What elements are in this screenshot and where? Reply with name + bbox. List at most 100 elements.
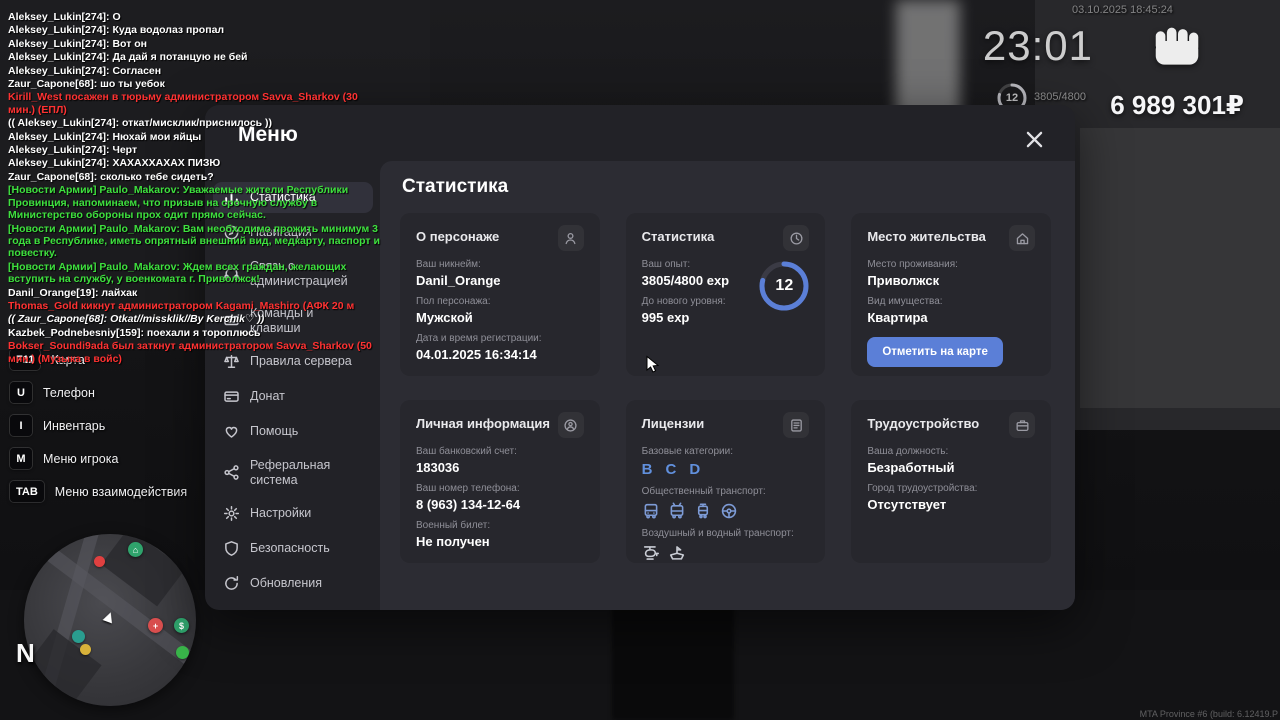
keybind-row: TAB Меню взаимодействия (10, 481, 187, 502)
sidebar-item-referral[interactable]: Реферальная система (213, 451, 373, 494)
minimap-marker-pin (94, 556, 105, 567)
game-screen: Aleksey_Lukin[274]: O Aleksey_Lukin[274]:… (0, 0, 1280, 720)
update-icon (223, 575, 240, 592)
card-icon (223, 388, 240, 405)
briefcase-icon (1009, 412, 1035, 438)
bus-icon (642, 502, 660, 520)
share-icon (223, 464, 240, 481)
chat: Aleksey_Lukin[274]: O Aleksey_Lukin[274]:… (8, 11, 382, 366)
sidebar-item-security[interactable]: Безопасность (213, 533, 373, 564)
field-value: Не получен (416, 534, 584, 549)
gear-icon (223, 505, 240, 522)
field-label: Ваш никнейм: (416, 259, 584, 270)
chat-message: Zaur_Capone[68]: шо ты уебок (8, 78, 382, 90)
field-value: 8 (963) 134-12-64 (416, 497, 584, 512)
shield-icon (223, 540, 240, 557)
level-progress-ring: 12 (757, 259, 811, 313)
sidebar-item-label: Безопасность (250, 541, 330, 556)
keybind-key: I (10, 415, 32, 436)
chat-message: Aleksey_Lukin[274]: Нюхай мои яйцы (8, 131, 382, 143)
info-card: О персонажеВаш никнейм:Danil_OrangeПол п… (400, 213, 600, 376)
sidebar-item-updates[interactable]: Обновления (213, 568, 373, 599)
close-icon[interactable] (1024, 129, 1045, 150)
keybind-label: Инвентарь (43, 419, 105, 433)
chat-message: Aleksey_Lukin[274]: Да дай я потанцую не… (8, 51, 382, 63)
minimap-marker-medical: + (148, 618, 163, 633)
keybind-row: M Меню игрока (10, 448, 187, 469)
person-icon (558, 225, 584, 251)
field-label: Ваш банковский счет: (416, 446, 584, 457)
id-card-icon (558, 412, 584, 438)
chat-message: Kirill_West посажен в тюрьму администрат… (8, 91, 382, 116)
card-title: Статистика (642, 225, 715, 244)
field-label: Пол персонажа: (416, 296, 584, 307)
mark-on-map-button[interactable]: Отметить на карте (867, 337, 1003, 367)
minimap-marker-teal (72, 630, 85, 643)
level-number: 12 (757, 259, 811, 313)
sidebar-item-donate[interactable]: Донат (213, 381, 373, 412)
hud-datetime: 03.10.2025 18:45:24 (1072, 4, 1173, 16)
chat-message: Aleksey_Lukin[274]: O (8, 11, 382, 23)
chat-message: (( Aleksey_Lukin[274]: откат/мисклик/при… (8, 117, 382, 129)
chat-message: Aleksey_Lukin[274]: Вот он (8, 38, 382, 50)
chat-message: [Новости Армии] Paulo_Makarov: Вам необх… (8, 223, 382, 260)
chat-message: Danil_Orange[19]: лайхак (8, 287, 382, 299)
chat-message: Bokser_Soundi9ada был заткнут администра… (8, 340, 382, 365)
chat-message: Kazbek_Podnebesniy[159]: поехали я тороп… (8, 327, 382, 339)
helicopter-icon (642, 544, 660, 562)
info-card: Трудоустройство Ваша должность: Безработны… (851, 400, 1051, 563)
sidebar-item-label: Настройки (250, 506, 311, 521)
license-category: D (689, 461, 700, 478)
card-title: Лицензии (642, 412, 705, 431)
field-label: Базовые категории: (642, 446, 810, 457)
page-title: Статистика (402, 176, 508, 198)
transport-icons (642, 544, 810, 562)
field-label: Город трудоустройства: (867, 483, 1035, 494)
field-label: Воздушный и водный транспорт: (642, 528, 810, 539)
keybind-key: TAB (10, 481, 44, 502)
trolleybus-icon (668, 502, 686, 520)
field-value: Отсутствует (867, 497, 1035, 512)
keybind-label: Меню игрока (43, 452, 118, 466)
chat-message: Thomas_Gold кикнут администратором Kagam… (8, 300, 382, 312)
keybind-row: U Телефон (10, 382, 187, 403)
card-title: Место жительства (867, 225, 986, 244)
heart-icon (223, 423, 240, 440)
field-value: Мужской (416, 310, 584, 325)
keybind-label: Меню взаимодействия (55, 485, 187, 499)
sidebar-item-label: Обновления (250, 576, 322, 591)
field-value: Квартира (867, 310, 1035, 325)
license-icon (783, 412, 809, 438)
chat-message: Aleksey_Lukin[274]: Черт (8, 144, 382, 156)
field-label: Вид имущества: (867, 296, 1035, 307)
chat-message: Zaur_Capone[68]: сколько тебе сидеть? (8, 171, 382, 183)
keybind-key: M (10, 448, 32, 469)
background-shape (1080, 128, 1280, 408)
sidebar-item-label: Донат (250, 389, 285, 404)
license-categories: BCD (642, 461, 810, 478)
hud-money: 6 989 301₽ (1058, 90, 1244, 121)
field-label: Ваша должность: (867, 446, 1035, 457)
field-label: Место проживания: (867, 259, 1035, 270)
license-category: C (666, 461, 677, 478)
home-icon (1009, 225, 1035, 251)
minimap: ⌂ + $ (24, 534, 196, 706)
field-value: Безработный (867, 460, 1035, 475)
chat-message: [Новости Армии] Paulo_Makarov: Уважаемые… (8, 184, 382, 221)
sidebar-item-help[interactable]: Помощь (213, 416, 373, 447)
sidebar-item-label: Реферальная система (250, 458, 363, 487)
keybind-label: Телефон (43, 386, 95, 400)
chat-message: Aleksey_Lukin[274]: Согласен (8, 65, 382, 77)
card-title: О персонаже (416, 225, 499, 244)
field-label: Общественный транспорт: (642, 486, 810, 497)
sidebar-item-settings[interactable]: Настройки (213, 498, 373, 529)
minimap-marker-yellow (80, 644, 91, 655)
field-label: Ваш номер телефона: (416, 483, 584, 494)
chat-message: [Новости Армии] Paulo_Makarov: Ждем всех… (8, 261, 382, 286)
minimap-player-marker (103, 611, 116, 624)
card-title: Трудоустройство (867, 412, 979, 431)
info-card: Лицензии Базовые категории: BCD Общественны… (626, 400, 826, 563)
info-card: Личная информацияВаш банковский счет:183… (400, 400, 600, 563)
info-card: СтатистикаВаш опыт:3805/4800 expДо новог… (626, 213, 826, 376)
keybind-key: U (10, 382, 32, 403)
